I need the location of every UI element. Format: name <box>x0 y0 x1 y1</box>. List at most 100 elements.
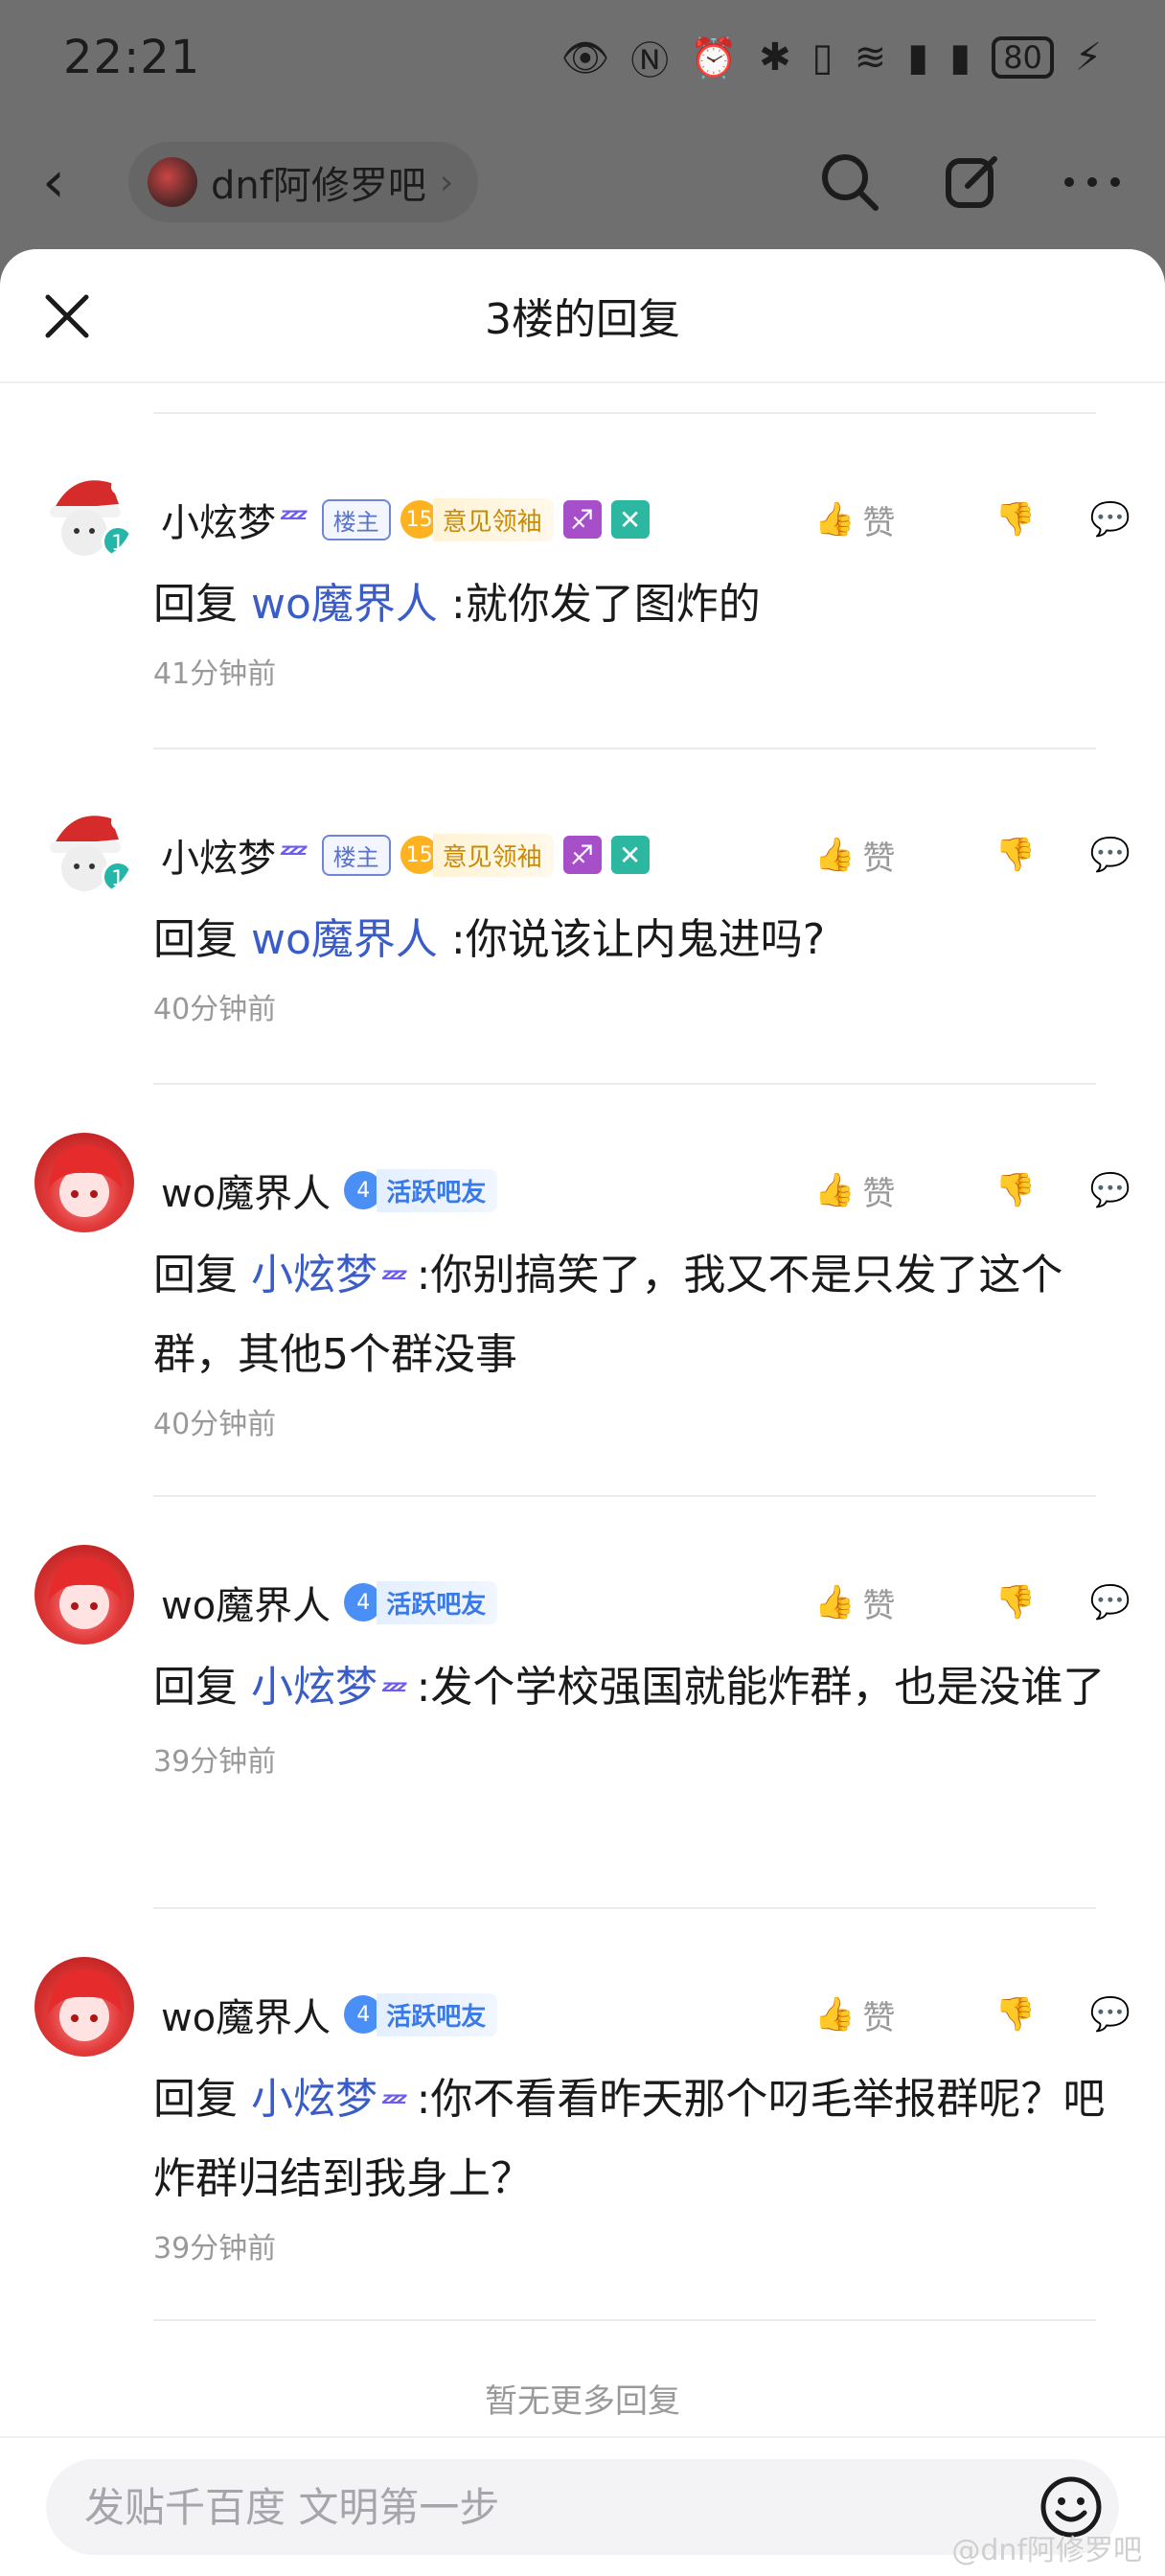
vibrate-icon: ▯ <box>811 35 834 80</box>
forum-avatar <box>148 157 197 207</box>
active-badge: 4 活跃吧友 <box>344 1168 498 1212</box>
no-more-replies: 暂无更多回复 <box>485 2382 680 2421</box>
sagittarius-icon: ♐ <box>562 500 602 539</box>
like-button[interactable]: 👍 赞 <box>814 496 958 543</box>
thumbs-down-icon: 👎 <box>994 1171 1037 1209</box>
reply-time: 40分钟前 <box>153 993 277 1026</box>
list-item: wo魔界人 4 活跃吧友 👍 赞 👎 💬 回复 小炫梦 ᶻᶻᶻ :你别搞笑了，我又不是… <box>0 1083 1165 1495</box>
list-item: wo魔界人 4 活跃吧友 👍 赞 👎 💬 回复 小炫梦 ᶻᶻᶻ :发个学校强国就能炸群… <box>0 1495 1165 1907</box>
dislike-button[interactable]: 👎 <box>958 500 1073 539</box>
thumbs-up-icon: 👍 <box>814 1583 856 1622</box>
active-badge: 4 活跃吧友 <box>344 1992 498 2036</box>
chevron-right-icon: › <box>439 162 454 202</box>
comment-button[interactable]: 💬 <box>1073 1171 1131 1209</box>
list-item: 1 小炫梦 ᶻᶻᶻ 楼主 15 意见领袖 ♐ ✕ 👍 赞 👎 💬 回复 wo魔界人 … <box>0 412 1165 748</box>
thumbs-up-icon: 👍 <box>814 836 856 874</box>
avatar[interactable]: 1 <box>34 797 134 897</box>
mention-link[interactable]: 小炫梦 ᶻᶻᶻ <box>251 1663 407 1712</box>
divider <box>153 2319 1096 2321</box>
mention-name: 小炫梦 <box>251 1251 377 1300</box>
like-button[interactable]: 👍 赞 <box>814 1991 958 2038</box>
thumbs-down-icon: 👎 <box>994 1995 1037 2034</box>
avatar[interactable] <box>34 1545 134 1644</box>
divider <box>153 412 1096 414</box>
level-badge: 15 意见领袖 <box>400 497 554 541</box>
comment-icon: 💬 <box>1089 500 1131 539</box>
reply-prefix: 回复 <box>153 915 238 964</box>
reply-prefix: 回复 <box>153 2075 238 2124</box>
sleep-icon: ᶻᶻᶻ <box>280 502 308 537</box>
thumbs-down-icon: 👎 <box>994 1583 1037 1622</box>
sleep-icon: ᶻᶻᶻ <box>381 2087 407 2121</box>
edit-icon[interactable] <box>943 153 1000 211</box>
close-icon[interactable] <box>42 291 92 341</box>
charging-icon: ⚡ <box>1074 35 1102 80</box>
forum-name: dnf阿修罗吧 <box>211 164 426 208</box>
comment-button[interactable]: 💬 <box>1073 500 1131 539</box>
dislike-button[interactable]: 👎 <box>958 1995 1073 2034</box>
like-label: 赞 <box>862 1586 896 1625</box>
nav-actions <box>818 150 1123 214</box>
level-badge: 15 意见领袖 <box>400 833 554 877</box>
signal-icon-2: ▮ <box>949 35 971 80</box>
mention-link[interactable]: wo魔界人 <box>251 915 438 964</box>
avatar[interactable] <box>34 1133 134 1232</box>
reply-sheet: 3楼的回复 1 小炫梦 ᶻᶻᶻ 楼主 15 意见领袖 ♐ ✕ 👍 赞 👎 💬 回… <box>0 249 1165 2576</box>
forum-pill[interactable]: dnf阿修罗吧 › <box>128 142 479 222</box>
avatar[interactable] <box>34 1957 134 2057</box>
reply-content: :你说该让内鬼进吗? <box>437 915 826 964</box>
sleep-icon: ᶻᶻᶻ <box>381 1263 407 1297</box>
username[interactable]: 小炫梦 <box>161 827 276 883</box>
thumbs-down-icon: 👎 <box>994 836 1037 874</box>
back-icon[interactable]: ‹ <box>42 149 100 216</box>
username[interactable]: 小炫梦 <box>161 492 276 547</box>
level-title: 活跃吧友 <box>377 1992 498 2036</box>
dislike-button[interactable]: 👎 <box>958 836 1073 874</box>
divider <box>153 1907 1096 1909</box>
like-button[interactable]: 👍 赞 <box>814 1579 958 1626</box>
comment-icon: 💬 <box>1089 1583 1131 1622</box>
search-icon[interactable] <box>818 150 881 214</box>
comment-button[interactable]: 💬 <box>1073 836 1131 874</box>
comment-icon: 💬 <box>1089 836 1131 874</box>
level-title: 意见领袖 <box>432 833 554 877</box>
reply-content: :就你发了图炸的 <box>437 580 761 629</box>
thumbs-down-icon: 👎 <box>994 500 1037 539</box>
reply-prefix: 回复 <box>153 1663 238 1712</box>
dislike-button[interactable]: 👎 <box>958 1583 1073 1622</box>
divider <box>153 748 1096 749</box>
comment-button[interactable]: 💬 <box>1073 1995 1131 2034</box>
reply-input-bar: @dnf阿修罗吧 <box>0 2436 1165 2576</box>
reply-header: wo魔界人 4 活跃吧友 👍 赞 👎 💬 <box>153 1554 1131 1650</box>
reply-prefix: 回复 <box>153 1251 238 1300</box>
wifi-icon: ≋ <box>854 35 887 80</box>
active-badge: 4 活跃吧友 <box>344 1580 498 1624</box>
username[interactable]: wo魔界人 <box>161 1162 331 1218</box>
reply-text: 回复 wo魔界人 :就你发了图炸的 <box>153 567 1131 642</box>
more-icon[interactable] <box>1062 172 1123 192</box>
username[interactable]: wo魔界人 <box>161 1987 331 2042</box>
username[interactable]: wo魔界人 <box>161 1575 331 1630</box>
cross-icon: ✕ <box>610 500 650 539</box>
dislike-button[interactable]: 👎 <box>958 1171 1073 1209</box>
sheet-header: 3楼的回复 <box>0 249 1165 383</box>
eye-icon: 👁 <box>560 35 610 80</box>
like-label: 赞 <box>862 839 896 878</box>
reply-actions: 👍 赞 👎 💬 <box>814 496 1131 543</box>
reply-time: 39分钟前 <box>153 1745 277 1779</box>
level-title: 活跃吧友 <box>377 1168 498 1212</box>
thumbs-up-icon: 👍 <box>814 1995 856 2034</box>
reply-text: 回复 小炫梦 ᶻᶻᶻ :发个学校强国就能炸群，也是没谁了 <box>153 1650 1131 1730</box>
like-label: 赞 <box>862 1174 896 1213</box>
mention-link[interactable]: 小炫梦 ᶻᶻᶻ <box>251 2075 407 2124</box>
reply-text: 回复 小炫梦 ᶻᶻᶻ :你不看看昨天那个叼毛举报群呢？吧炸群归结到我身上？ <box>153 2062 1131 2217</box>
reply-prefix: 回复 <box>153 580 238 629</box>
list-item: 1 小炫梦 ᶻᶻᶻ 楼主 15 意见领袖 ♐ ✕ 👍 赞 👎 💬 回复 wo魔界人 … <box>0 748 1165 1083</box>
like-button[interactable]: 👍 赞 <box>814 1167 958 1214</box>
mention-link[interactable]: wo魔界人 <box>251 580 438 629</box>
comment-button[interactable]: 💬 <box>1073 1583 1131 1622</box>
avatar-level-badge: 1 <box>102 861 134 893</box>
mention-link[interactable]: 小炫梦 ᶻᶻᶻ <box>251 1251 407 1300</box>
like-button[interactable]: 👍 赞 <box>814 832 958 879</box>
avatar[interactable]: 1 <box>34 462 134 562</box>
